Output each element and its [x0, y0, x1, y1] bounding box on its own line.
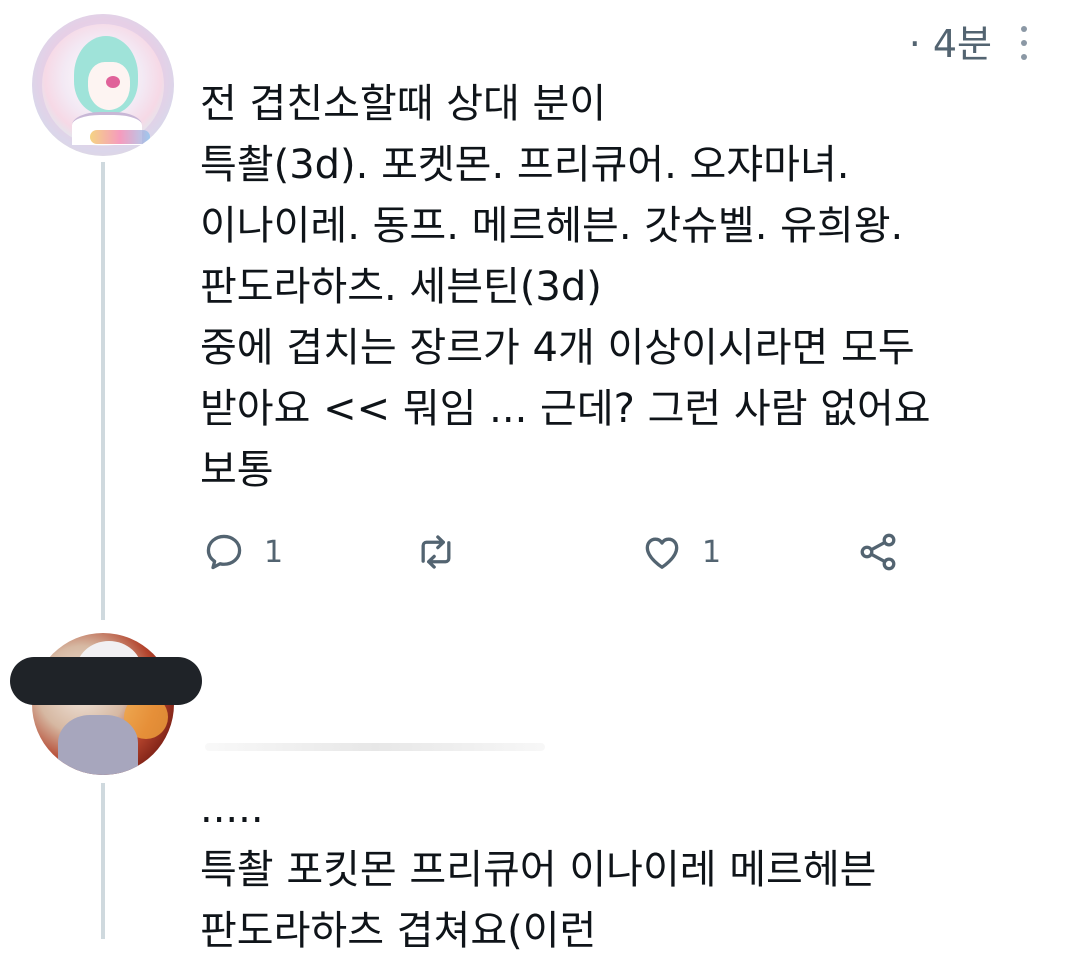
faint-redaction-line: [205, 743, 545, 751]
like-button[interactable]: 1: [640, 526, 721, 578]
retweet-button[interactable]: [414, 526, 476, 578]
reply-button[interactable]: 1: [202, 526, 283, 578]
avatar-eye: [106, 76, 120, 88]
tweet-line: 보통: [200, 447, 274, 493]
redaction-bar: [10, 657, 202, 705]
tweet-line: .....: [200, 786, 264, 832]
tweet-line: 전 겹친소할때 상대 분이: [200, 81, 607, 127]
reply-icon: [206, 534, 242, 570]
tweet-line: 이나이레. 동프. 메르헤븐. 갓슈벨. 유희왕.: [200, 203, 904, 249]
avatar-decoration: [90, 130, 150, 144]
tweet-line: 중에 겹치는 장르가 4개 이상이시라면 모두: [200, 325, 915, 371]
tweet-line: 판도라하츠 겹쳐요(이런: [200, 908, 597, 954]
avatar-body: [58, 715, 138, 775]
share-button[interactable]: [856, 526, 900, 578]
tweet-text: ..... 특촬 포킷몬 프리큐어 이나이레 메르헤븐 판도라하츠 겹쳐요(이런: [200, 779, 876, 962]
avatar[interactable]: [32, 14, 174, 156]
reply-count: 1: [264, 534, 284, 570]
more-vertical-icon[interactable]: [1018, 26, 1030, 60]
tweet-line: 판도라하츠. 세븐틴(3d): [200, 264, 602, 310]
tweet-actions: 1 1: [0, 526, 1080, 578]
like-count: 1: [702, 534, 722, 570]
share-icon: [860, 533, 896, 571]
tweet-timestamp[interactable]: · 4분: [909, 18, 992, 70]
tweet-text: 전 겹친소할때 상대 분이 특촬(3d). 포켓몬. 프리큐어. 오쟈마녀. 이…: [200, 74, 931, 501]
tweet-line: 받아요 << 뭐임 ... 근데? 그런 사람 없어요: [200, 386, 931, 432]
thread-line-bottom: [101, 783, 105, 939]
retweet-icon: [421, 535, 451, 569]
heart-icon: [645, 537, 679, 569]
tweet-line: 특촬 포킷몬 프리큐어 이나이레 메르헤븐: [200, 847, 877, 893]
tweet-line: 특촬(3d). 포켓몬. 프리큐어. 오쟈마녀.: [200, 142, 850, 188]
